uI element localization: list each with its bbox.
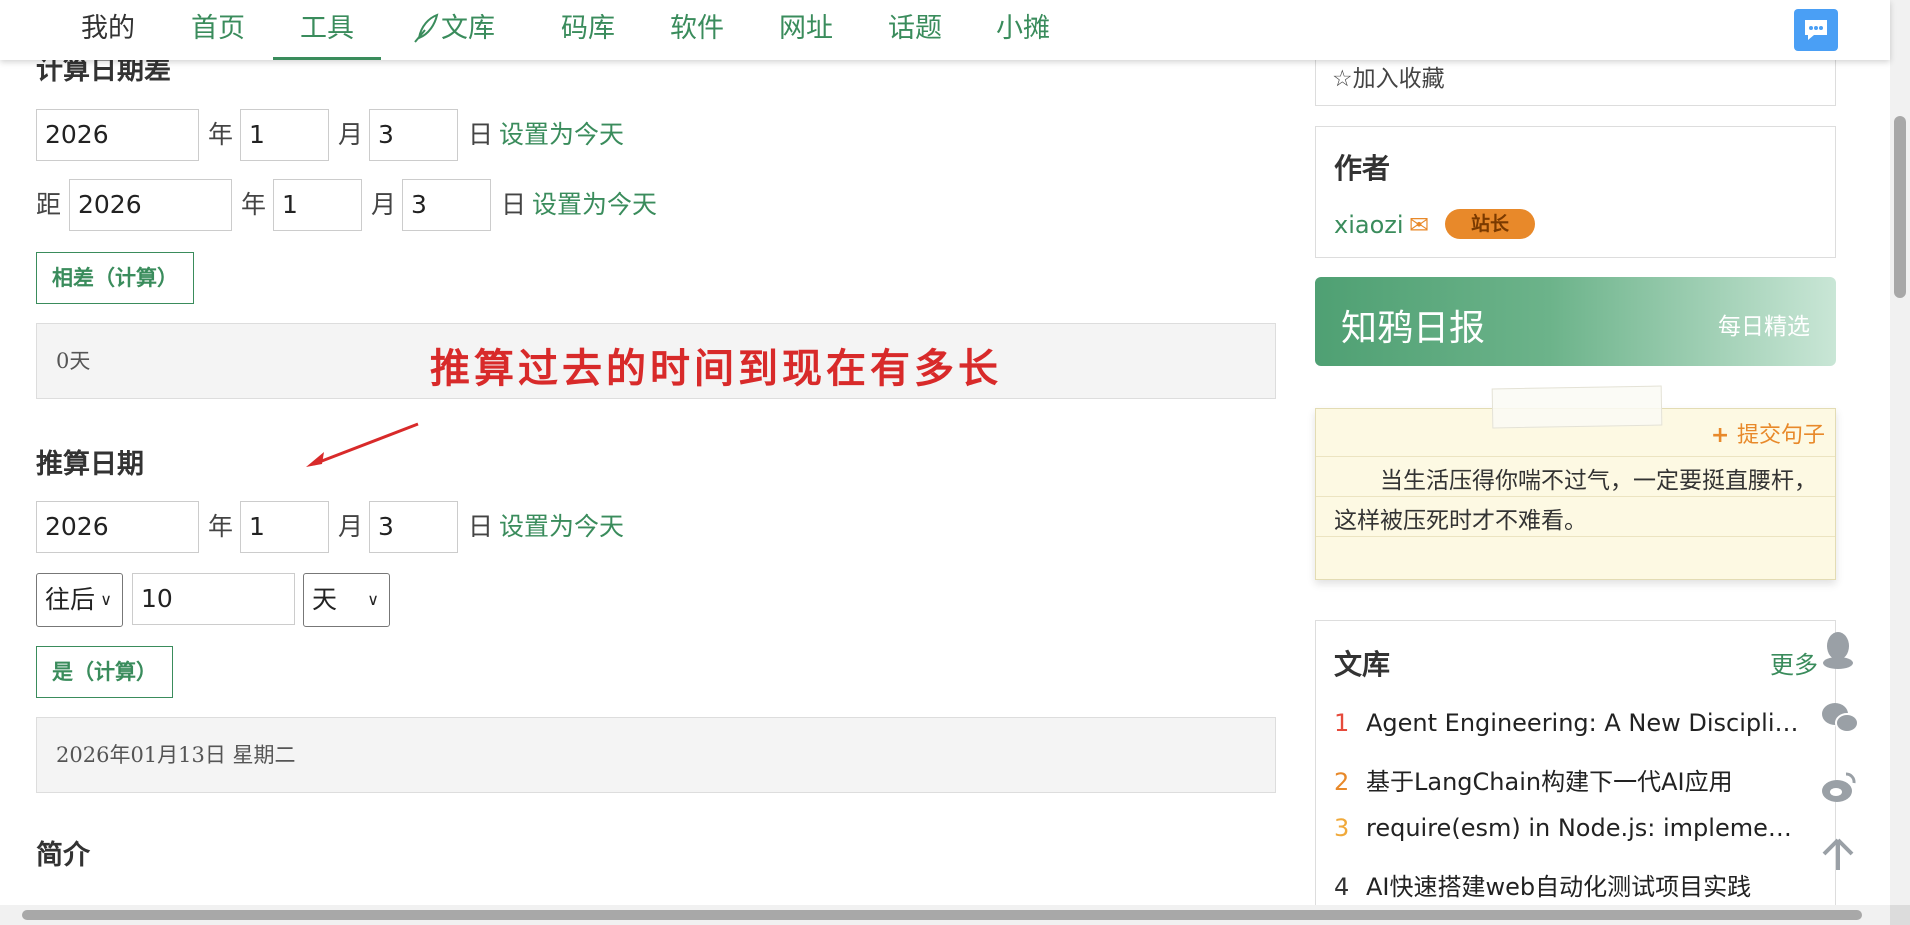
author-title: 作者 — [1334, 152, 1391, 185]
nav-item-shop[interactable]: 小摊 — [996, 12, 1050, 46]
diff-year2-input[interactable]: 2026 — [69, 179, 232, 231]
infer-result-text: 2026年01月13日 星期二 — [56, 743, 296, 767]
weibo-icon[interactable] — [1820, 770, 1856, 806]
add-favorite-button[interactable]: ☆加入收藏 — [1332, 59, 1445, 93]
unit-year: 年 — [241, 190, 267, 219]
infer-year-input[interactable]: 2026 — [36, 501, 199, 553]
nav-item-software[interactable]: 软件 — [670, 12, 724, 46]
library-item[interactable]: 2 基于LangChain构建下一代AI应用 — [1334, 762, 1804, 797]
unit-value: 天 — [312, 585, 338, 614]
author-name[interactable]: xiaozi — [1334, 211, 1404, 239]
diff-result-text: 0天 — [56, 349, 91, 373]
library-item-title: Agent Engineering: A New Discipli… — [1366, 709, 1799, 737]
set-today-link-1[interactable]: 设置为今天 — [499, 109, 624, 161]
back-to-top-icon[interactable] — [1820, 836, 1856, 872]
library-item-title: AI快速搭建web自动化测试项目实践 — [1366, 873, 1752, 901]
qq-icon[interactable] — [1820, 630, 1856, 669]
horizontal-scroll-thumb[interactable] — [22, 910, 1862, 920]
vertical-scrollbar[interactable] — [1890, 0, 1910, 905]
library-item[interactable]: 1 Agent Engineering: A New Discipli… — [1334, 709, 1804, 737]
calc-infer-button[interactable]: 是（计算） — [36, 646, 173, 698]
author-card: 作者 xiaozi ✉ 站长 — [1315, 126, 1836, 258]
quote-text: 当生活压得你喘不过气，一定要挺直腰杆，这样被压死时才不难看。 — [1334, 468, 1817, 534]
unit-month: 月 — [371, 190, 397, 219]
intro-title: 简介 — [36, 840, 90, 871]
horizontal-scrollbar[interactable] — [0, 905, 1890, 925]
direction-select[interactable]: 往后 ∨ — [36, 573, 123, 627]
library-card: 文库 更多 1 Agent Engineering: A New Discipli… — [1315, 620, 1836, 925]
nav-item-code[interactable]: 码库 — [561, 12, 615, 46]
daily-title: 知鸦日报 — [1341, 308, 1486, 349]
distance-label: 距 — [36, 190, 62, 219]
nav-item-library[interactable]: 文库 — [411, 12, 495, 46]
library-item-rank: 4 — [1334, 873, 1350, 901]
chevron-down-icon: ∨ — [367, 590, 379, 609]
feather-icon — [411, 12, 441, 55]
unit-month: 月 — [338, 120, 364, 149]
plus-icon: + — [1710, 423, 1737, 448]
unit-day: 日 — [468, 120, 494, 149]
infer-day-input[interactable]: 3 — [369, 501, 458, 553]
wechat-icon[interactable] — [1820, 700, 1859, 736]
nav-item-mine[interactable]: 我的 — [81, 12, 135, 46]
top-nav: 我的 首页 工具 文库 码库 软件 网址 话题 小摊 — [0, 0, 1890, 60]
diff-month1-input[interactable]: 1 — [240, 109, 329, 161]
set-today-link-2[interactable]: 设置为今天 — [532, 179, 657, 231]
infer-date-title: 推算日期 — [36, 449, 144, 480]
unit-year: 年 — [208, 120, 234, 149]
library-item-rank: 2 — [1334, 768, 1350, 796]
diff-day1-input[interactable]: 3 — [369, 109, 458, 161]
unit-select[interactable]: 天 ∨ — [303, 573, 390, 627]
nav-item-topics[interactable]: 话题 — [888, 12, 942, 46]
library-item[interactable]: 4 AI快速搭建web自动化测试项目实践 — [1334, 867, 1804, 902]
nav-active-underline — [273, 57, 381, 60]
diff-year1-input[interactable]: 2026 — [36, 109, 199, 161]
library-title: 文库 — [1334, 648, 1391, 681]
library-item-rank: 1 — [1334, 709, 1350, 737]
annotation-arrow — [306, 422, 419, 467]
calc-diff-button[interactable]: 相差（计算） — [36, 252, 194, 304]
direction-value: 往后 — [45, 585, 96, 614]
author-badge: 站长 — [1445, 209, 1535, 239]
amount-input[interactable]: 10 — [132, 573, 295, 625]
nav-item-sites[interactable]: 网址 — [779, 12, 833, 46]
chevron-down-icon: ∨ — [100, 590, 112, 609]
library-item-rank: 3 — [1334, 814, 1350, 842]
nav-item-tools[interactable]: 工具 — [300, 12, 354, 46]
submit-sentence-link[interactable]: + 提交句子 — [1711, 417, 1825, 449]
star-icon: ☆ — [1332, 66, 1353, 92]
unit-month: 月 — [338, 512, 364, 541]
library-item-title: require(esm) in Node.js: impleme… — [1366, 814, 1792, 842]
daily-banner[interactable]: 知鸦日报 每日精选 — [1315, 277, 1836, 366]
nav-item-home[interactable]: 首页 — [191, 12, 245, 46]
mail-icon[interactable]: ✉ — [1409, 211, 1429, 239]
unit-day: 日 — [501, 190, 527, 219]
annotation-text: 推算过去的时间到现在有多长 — [430, 345, 1002, 392]
chat-button[interactable] — [1794, 9, 1838, 51]
diff-day2-input[interactable]: 3 — [402, 179, 491, 231]
scrollbar-corner — [1890, 905, 1910, 925]
library-item-title: 基于LangChain构建下一代AI应用 — [1366, 768, 1733, 796]
unit-year: 年 — [208, 512, 234, 541]
vertical-scroll-thumb[interactable] — [1894, 116, 1906, 298]
unit-day: 日 — [468, 512, 494, 541]
library-item[interactable]: 3 require(esm) in Node.js: impleme… — [1334, 814, 1804, 842]
daily-subtitle: 每日精选 — [1718, 314, 1810, 340]
tape-decoration — [1491, 385, 1663, 429]
infer-result-box: 2026年01月13日 星期二 — [36, 717, 1276, 793]
library-more-link[interactable]: 更多 — [1770, 645, 1818, 680]
diff-month2-input[interactable]: 1 — [273, 179, 362, 231]
quote-note: + 提交句子 当生活压得你喘不过气，一定要挺直腰杆，这样被压死时才不难看。 — [1315, 385, 1836, 580]
set-today-link-3[interactable]: 设置为今天 — [499, 501, 624, 553]
infer-month-input[interactable]: 1 — [240, 501, 329, 553]
note-line — [1316, 456, 1835, 457]
